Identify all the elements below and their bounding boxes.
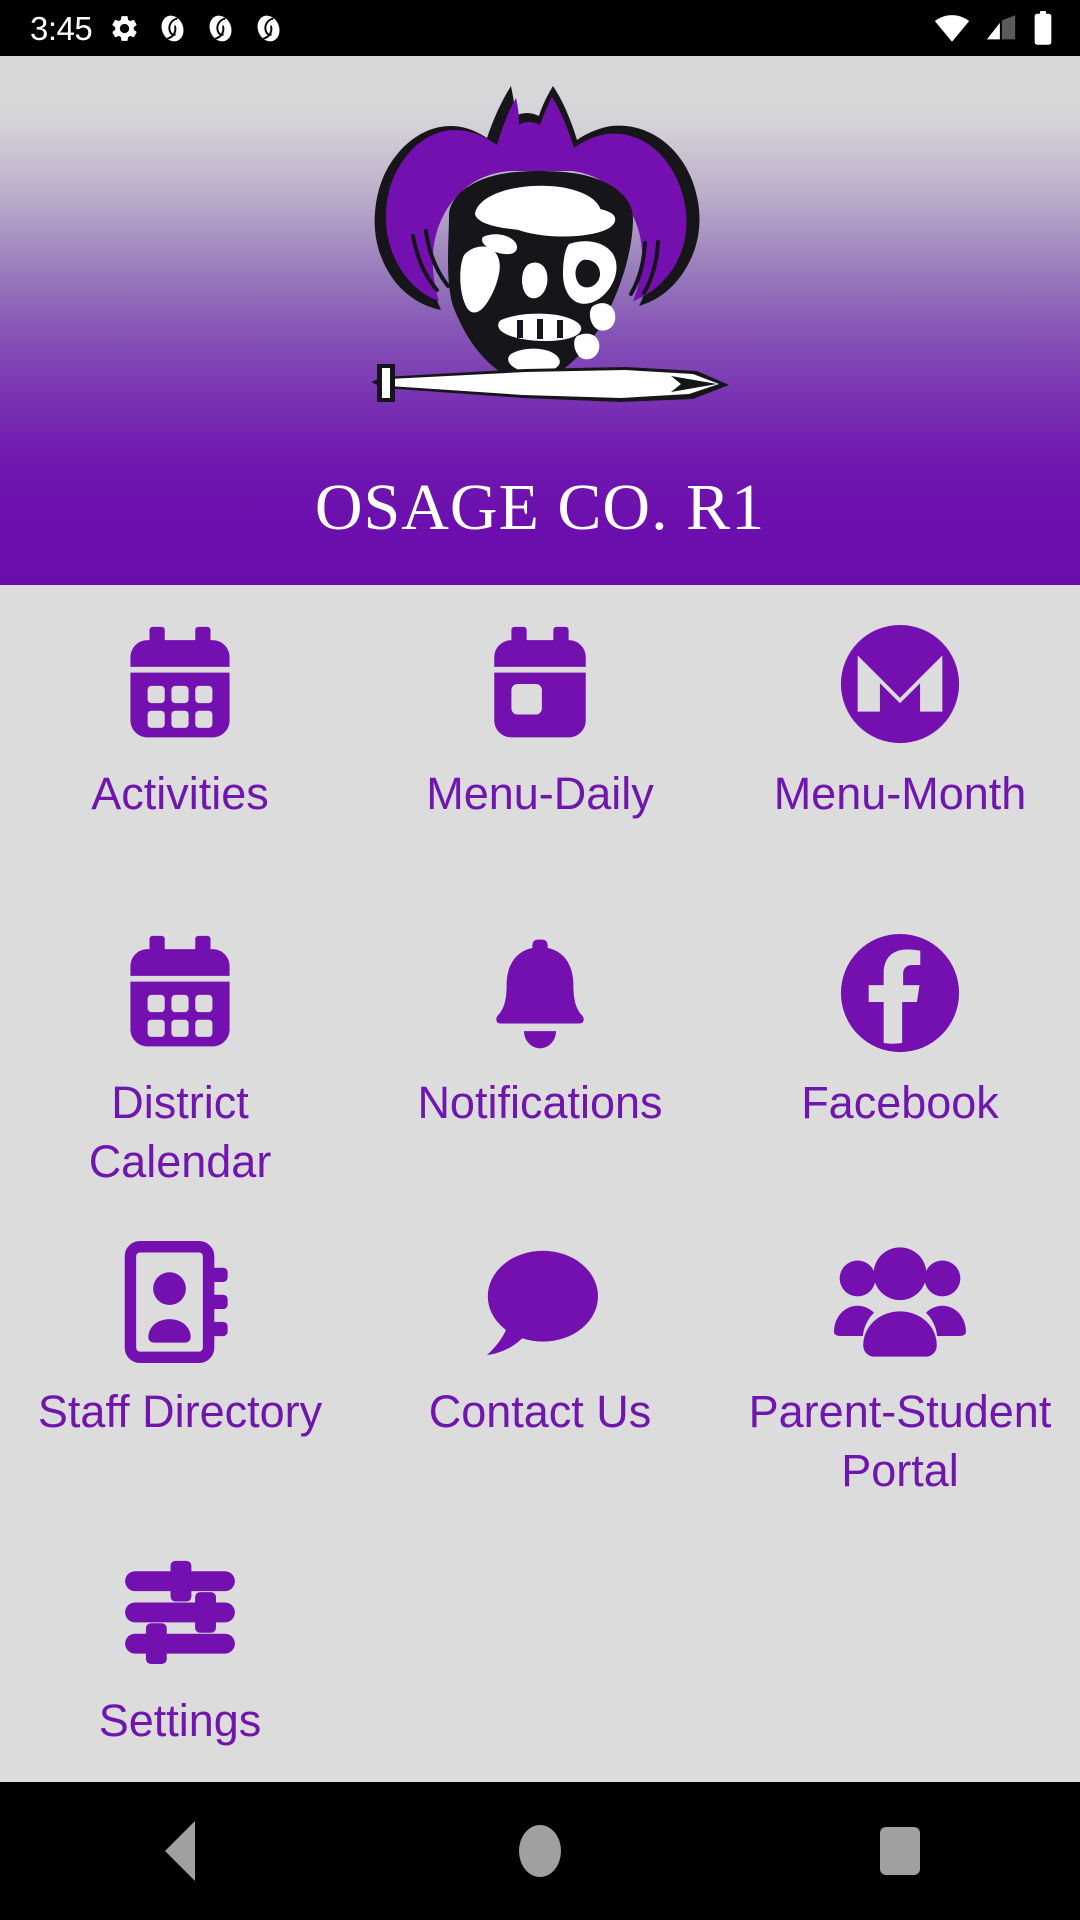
status-bar-right — [934, 11, 1054, 45]
facebook-circle-icon — [834, 927, 966, 1059]
battery-icon — [1034, 11, 1052, 45]
status-bar-left: 3:45 — [30, 12, 284, 45]
calendar-grid-icon — [114, 927, 246, 1059]
app-notification-icon — [209, 15, 232, 41]
calendar-day-icon — [474, 618, 606, 750]
menu-tile-label: Menu-Daily — [426, 768, 654, 819]
gear-icon — [112, 15, 137, 41]
cellular-signal-icon — [986, 15, 1016, 40]
recents-square-icon — [880, 1827, 920, 1875]
app-screen: 3:45 OSAGE CO. R1 Activities Menu-Daily … — [0, 0, 1080, 1920]
nav-back-button[interactable] — [90, 1782, 270, 1920]
menu-tile-label: Notifications — [417, 1077, 663, 1128]
menu-tile-label: Staff Directory — [37, 1386, 323, 1437]
monero-m-circle-icon — [834, 618, 966, 750]
menu-tile-facebook[interactable]: Facebook — [720, 894, 1080, 1203]
status-bar: 3:45 — [0, 0, 1080, 56]
menu-tile-parent-student-portal[interactable]: Parent-Student Portal — [720, 1203, 1080, 1512]
menu-tile-label: Activities — [91, 768, 269, 819]
menu-tile-label: Contact Us — [428, 1386, 652, 1437]
menu-tile-label: Settings — [98, 1695, 262, 1746]
menu-tile-menu-daily[interactable]: Menu-Daily — [360, 585, 720, 894]
menu-tile-staff-directory[interactable]: Staff Directory — [0, 1203, 360, 1512]
calendar-grid-icon — [114, 618, 246, 750]
menu-tile-contact-us[interactable]: Contact Us — [360, 1203, 720, 1512]
menu-tile-activities[interactable]: Activities — [0, 585, 360, 894]
page-title: OSAGE CO. R1 — [314, 471, 766, 544]
pirate-mascot-logo — [325, 68, 755, 468]
bell-icon — [474, 927, 606, 1059]
status-bar-clock: 3:45 — [30, 9, 93, 47]
home-circle-icon — [519, 1825, 561, 1877]
app-header-banner: OSAGE CO. R1 — [0, 56, 1080, 585]
menu-grid: Activities Menu-Daily Menu-Month Distric… — [0, 585, 1080, 1782]
menu-tile-menu-month[interactable]: Menu-Month — [720, 585, 1080, 894]
app-notification-icon — [161, 15, 184, 41]
menu-tile-label: Menu-Month — [773, 768, 1027, 819]
menu-tile-district-calendar[interactable]: District Calendar — [0, 894, 360, 1203]
nav-recents-button[interactable] — [810, 1782, 990, 1920]
app-notification-icon — [257, 15, 280, 41]
people-group-icon — [834, 1236, 966, 1368]
sliders-icon — [114, 1545, 246, 1677]
android-navigation-bar — [0, 1782, 1080, 1920]
menu-tile-label: Parent-Student Portal — [748, 1386, 1052, 1497]
menu-tile-label: Facebook — [801, 1077, 999, 1128]
nav-home-button[interactable] — [450, 1782, 630, 1920]
menu-tile-settings[interactable]: Settings — [0, 1512, 360, 1821]
address-book-icon — [114, 1236, 246, 1368]
menu-tile-notifications[interactable]: Notifications — [360, 894, 720, 1203]
wifi-icon — [934, 15, 970, 42]
speech-bubble-icon — [474, 1236, 606, 1368]
menu-tile-label: District Calendar — [88, 1077, 272, 1188]
back-triangle-icon — [165, 1821, 195, 1881]
